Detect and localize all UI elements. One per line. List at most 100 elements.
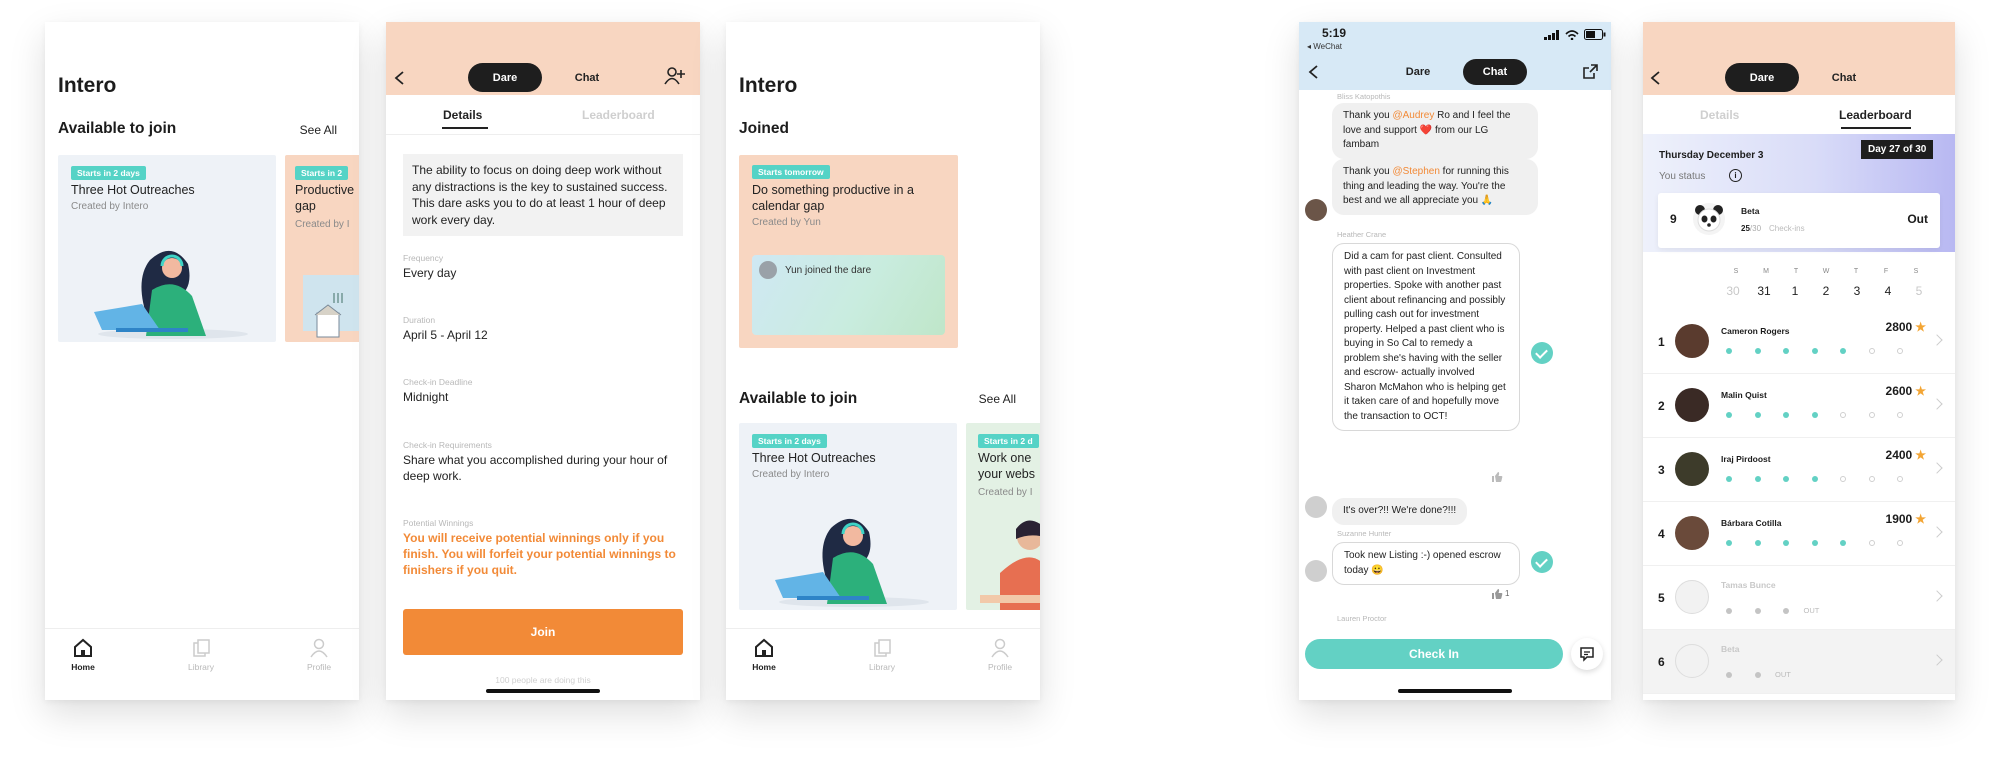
row-name: Iraj Pirdoost	[1721, 454, 1771, 464]
mention-link[interactable]: @Audrey	[1392, 110, 1434, 121]
chat-icon	[1580, 647, 1594, 662]
join-button[interactable]: Join	[403, 609, 683, 655]
dare-card[interactable]: Starts in 2 d Work one your webs Created…	[966, 423, 1040, 610]
chevron-right-icon	[1931, 334, 1943, 346]
section-title: Available to join	[58, 120, 177, 137]
join-notice-text: Yun joined the dare	[785, 265, 872, 276]
info-icon[interactable]: i	[1729, 169, 1742, 182]
leaderboard-row[interactable]: 5 Tamas Bunce OUT	[1643, 566, 1955, 630]
row-rank: 3	[1658, 463, 1665, 477]
user-avatar[interactable]	[1305, 199, 1327, 221]
checkin-done-dot	[1754, 476, 1761, 482]
my-status: Out	[1907, 212, 1928, 226]
checkin-pending-dot	[1868, 540, 1875, 546]
star-icon: ★	[1915, 512, 1926, 526]
leaderboard-row[interactable]: 6 Beta OUT	[1643, 630, 1955, 694]
back-icon[interactable]	[1307, 64, 1321, 80]
row-score: 2600 ★	[1886, 384, 1926, 398]
leaderboard-row[interactable]: 4 Bárbara Cotilla 1900 ★	[1643, 502, 1955, 566]
signal-icon	[1544, 30, 1559, 40]
checkin-pending-dot	[1840, 476, 1846, 482]
status-icons	[1544, 29, 1606, 40]
see-all-link[interactable]: See All	[979, 392, 1016, 406]
woman-laptop-illustration	[775, 518, 929, 607]
leaderboard-row[interactable]: 1 Cameron Rogers 2800 ★	[1643, 310, 1955, 374]
tab-home[interactable]: Home	[53, 637, 113, 672]
message-text: Thank you	[1343, 110, 1393, 121]
back-icon[interactable]	[1649, 70, 1663, 86]
add-user-icon[interactable]	[663, 66, 685, 86]
tab-library[interactable]: Library	[852, 637, 912, 672]
day-number: 30	[1726, 284, 1740, 298]
card-title: Three Hot Outreaches	[71, 183, 195, 197]
tab-dare[interactable]: Dare	[1725, 63, 1799, 92]
deadline-value: Midnight	[403, 390, 449, 404]
dare-card[interactable]: Starts in 2 days Three Hot Outreaches Cr…	[58, 155, 276, 342]
back-to-app[interactable]: ◂ WeChat	[1307, 42, 1342, 51]
weekday-label: F	[1883, 268, 1889, 275]
tab-profile-label: Profile	[987, 662, 1013, 672]
thumbs-up-icon[interactable]	[1491, 471, 1503, 483]
checkin-pending-dot	[1868, 348, 1875, 354]
tab-leaderboard[interactable]: Leaderboard	[582, 108, 655, 122]
message-button[interactable]	[1571, 638, 1603, 670]
tab-details[interactable]: Details	[443, 108, 482, 122]
deadline-label: Check-in Deadline	[403, 377, 473, 387]
tab-chat[interactable]: Chat	[550, 63, 624, 92]
tab-profile[interactable]: Profile	[970, 637, 1030, 672]
you-status-label: You status	[1659, 171, 1706, 182]
tab-home[interactable]: Home	[734, 637, 794, 672]
chat-message: It's over?!! We're done?!!!	[1332, 498, 1468, 525]
chevron-right-icon	[1931, 462, 1943, 474]
share-icon[interactable]	[1582, 63, 1599, 80]
home-icon	[74, 638, 92, 657]
tab-library-label: Library	[869, 662, 895, 672]
man-illustration	[980, 520, 1040, 610]
star-icon: ★	[1915, 384, 1926, 398]
user-avatar	[1675, 516, 1709, 550]
duration-label: Duration	[403, 315, 436, 325]
back-icon[interactable]	[393, 70, 407, 86]
row-score: 2400 ★	[1886, 448, 1926, 462]
my-status-card: 9 Beta 25/30 Check-ins Out	[1658, 193, 1940, 248]
checkin-pending-dot	[1868, 476, 1875, 482]
tab-chat[interactable]: Chat	[1463, 59, 1527, 85]
card-title: Work one your webs	[978, 451, 1035, 481]
tab-library[interactable]: Library	[171, 637, 231, 672]
tab-home-label: Home	[752, 662, 776, 672]
dare-card[interactable]: Starts in 2 days Three Hot Outreaches Cr…	[739, 423, 957, 610]
home-indicator	[1398, 689, 1512, 693]
tab-dare[interactable]: Dare	[1381, 59, 1455, 85]
checkin-done-dot	[1726, 348, 1732, 354]
check-in-button[interactable]: Check In	[1305, 639, 1563, 669]
checkins-label: Check-ins	[1769, 224, 1805, 233]
home-icon	[755, 638, 773, 657]
tab-details[interactable]: Details	[1700, 108, 1739, 122]
active-tab-underline	[1841, 127, 1911, 129]
tab-dare[interactable]: Dare	[468, 63, 542, 92]
score-value: 1900	[1885, 512, 1913, 526]
score-value: 2400	[1885, 448, 1913, 462]
user-avatar[interactable]	[1305, 496, 1327, 518]
leaderboard-row[interactable]: 2 Malin Quist 2600 ★	[1643, 374, 1955, 438]
current-date: Thursday December 3	[1659, 150, 1764, 161]
my-score: 25	[1741, 224, 1750, 233]
checkin-out-dot	[1754, 607, 1761, 614]
tab-chat[interactable]: Chat	[1807, 63, 1881, 92]
see-all-link[interactable]: See All	[300, 123, 337, 137]
duration-value: April 5 - April 12	[403, 328, 488, 342]
weekday-label: T	[1853, 268, 1859, 275]
tab-leaderboard[interactable]: Leaderboard	[1839, 108, 1912, 122]
checkin-done-dot	[1783, 476, 1789, 482]
tab-profile[interactable]: Profile	[289, 637, 349, 672]
screen-dare-details: Dare Chat Details Leaderboard The abilit…	[386, 22, 700, 700]
row-name: Tamas Bunce	[1721, 580, 1776, 590]
leaderboard-row[interactable]: 3 Iraj Pirdoost 2400 ★	[1643, 438, 1955, 502]
home-indicator	[486, 689, 600, 693]
mention-link[interactable]: @Stephen	[1392, 166, 1439, 177]
thumbs-up-icon[interactable]	[1491, 588, 1503, 600]
tab-library-label: Library	[188, 662, 214, 672]
dare-card[interactable]: Starts in 2 Productive gap Created by I	[285, 155, 359, 342]
joined-dare-card[interactable]: Starts tomorrow Do something productive …	[739, 155, 958, 348]
user-avatar[interactable]	[1305, 560, 1327, 582]
